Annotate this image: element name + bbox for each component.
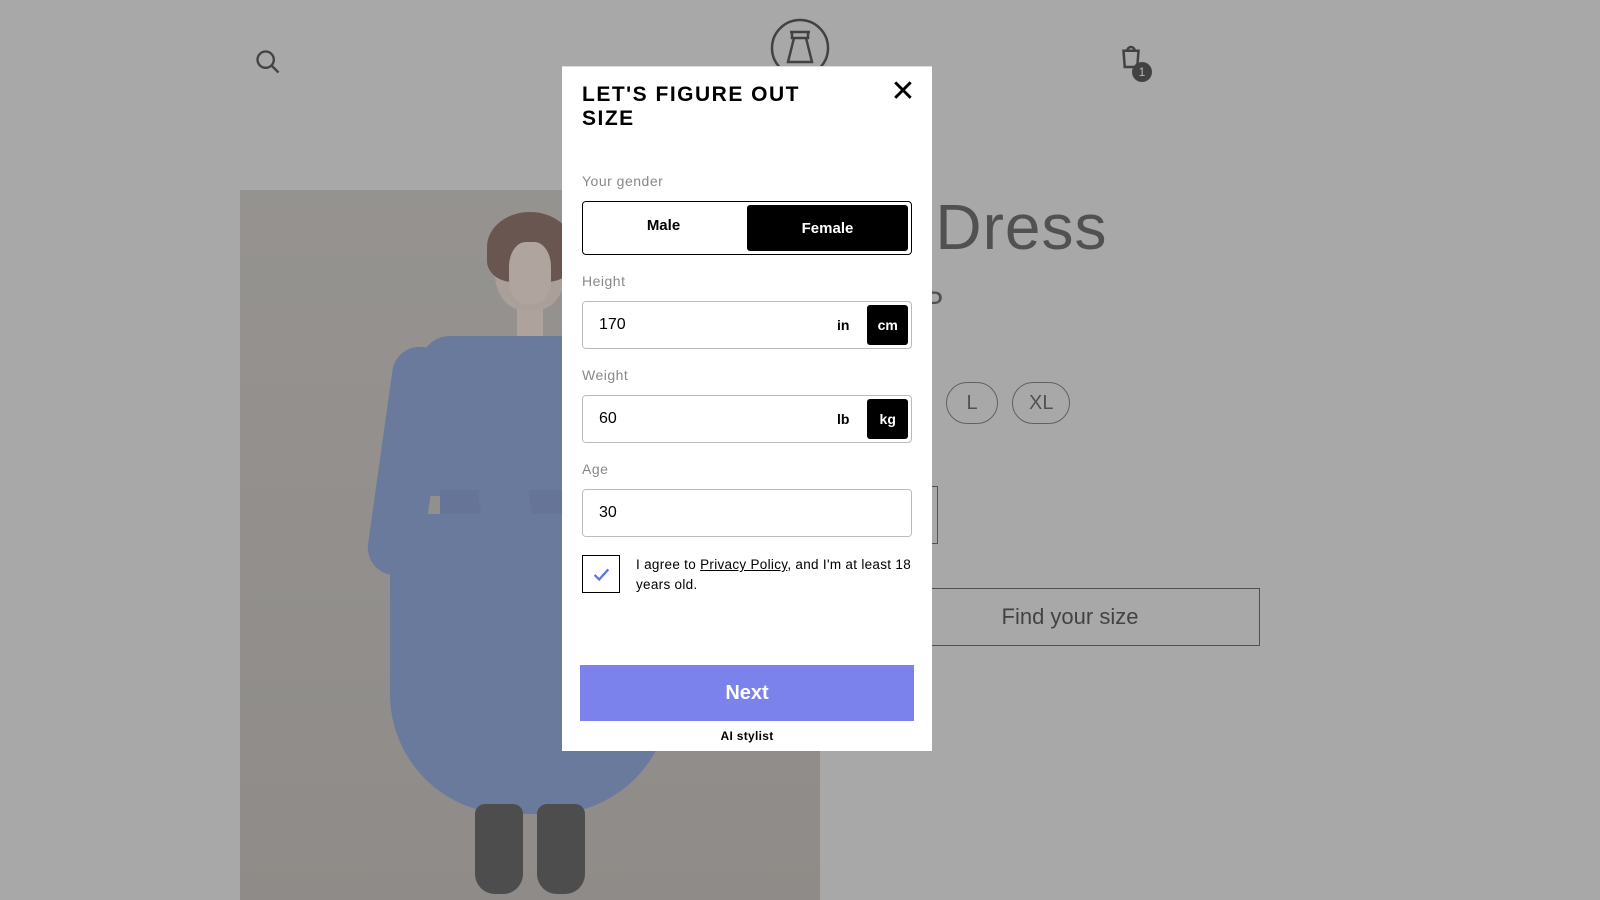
weight-input-row: lb kg xyxy=(582,395,912,443)
gender-male-button[interactable]: Male xyxy=(583,202,744,248)
consent-checkbox[interactable] xyxy=(582,555,620,593)
privacy-policy-link[interactable]: Privacy Policy xyxy=(700,557,787,572)
modal-footer-brand: AI stylist xyxy=(580,729,914,743)
height-label: Height xyxy=(582,273,912,289)
consent-text-before: I agree to xyxy=(636,557,700,572)
height-unit-cm[interactable]: cm xyxy=(867,305,908,345)
age-label: Age xyxy=(582,461,912,477)
height-unit-in[interactable]: in xyxy=(822,302,864,348)
consent-text: I agree to Privacy Policy, and I'm at le… xyxy=(636,555,912,594)
weight-input[interactable] xyxy=(583,396,822,442)
weight-label: Weight xyxy=(582,367,912,383)
weight-unit-kg[interactable]: kg xyxy=(867,399,908,439)
size-finder-modal: LET'S FIGURE OUT SIZE ✕ Your gender Male… xyxy=(562,66,932,751)
age-input[interactable] xyxy=(583,490,911,536)
next-button[interactable]: Next xyxy=(580,665,914,721)
age-input-row xyxy=(582,489,912,537)
modal-scroll-area[interactable]: Your gender Male Female Height in cm Wei… xyxy=(562,143,932,651)
gender-label: Your gender xyxy=(582,173,912,189)
height-input-row: in cm xyxy=(582,301,912,349)
height-input[interactable] xyxy=(583,302,822,348)
gender-toggle: Male Female xyxy=(582,201,912,255)
modal-title: LET'S FIGURE OUT SIZE xyxy=(582,83,842,131)
weight-unit-lb[interactable]: lb xyxy=(822,396,864,442)
close-icon[interactable]: ✕ xyxy=(888,77,918,107)
gender-female-button[interactable]: Female xyxy=(747,205,908,251)
